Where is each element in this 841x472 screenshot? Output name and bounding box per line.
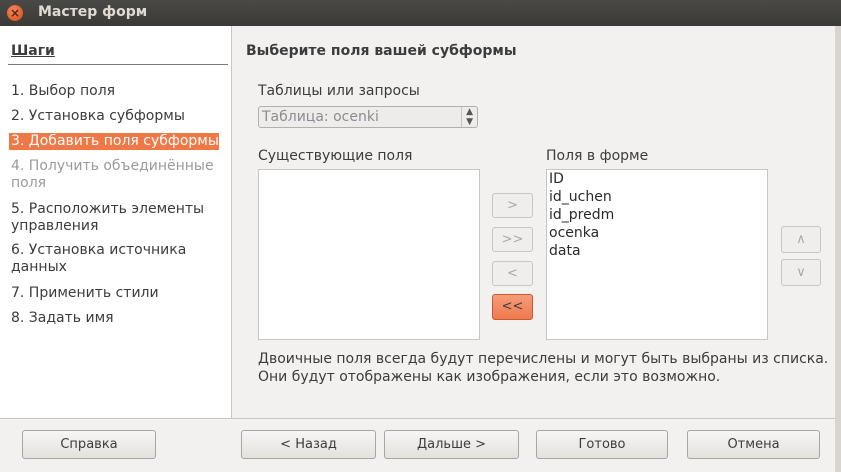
list-item[interactable]: id_predm bbox=[549, 207, 614, 223]
binary-fields-note: Двоичные поля всегда будут перечислены и… bbox=[258, 350, 828, 386]
list-item[interactable]: ocenka bbox=[549, 225, 599, 241]
tables-select[interactable]: Таблица: ocenki ▲ ▼ bbox=[258, 106, 478, 128]
chevron-up-icon: ∧ bbox=[796, 232, 806, 247]
list-item[interactable]: data bbox=[549, 243, 581, 259]
step-label: 7. Применить стили bbox=[11, 285, 159, 301]
step-label-line2: данных bbox=[11, 259, 67, 275]
step-label-line1: 6. Установка источника bbox=[11, 242, 187, 258]
tables-select-value: Таблица: ocenki bbox=[262, 109, 379, 125]
steps-sidebar: Шаги 1. Выбор поля 2. Установка субформы… bbox=[0, 26, 232, 418]
back-button[interactable]: < Назад bbox=[241, 430, 376, 459]
step-label-line1: 5. Расположить элементы bbox=[11, 201, 205, 217]
cancel-button[interactable]: Отмена bbox=[687, 430, 820, 459]
updown-arrows-icon: ▲ ▼ bbox=[461, 107, 473, 127]
note-line-1: Двоичные поля всегда будут перечислены и… bbox=[258, 351, 829, 367]
step-label: 8. Задать имя bbox=[11, 310, 114, 326]
window-title: Мастер форм bbox=[38, 4, 148, 20]
step-label: 3. Добавить поля субформы bbox=[11, 133, 219, 149]
steps-divider bbox=[8, 64, 228, 65]
note-line-2: Они будут отображены как изображения, ес… bbox=[258, 369, 721, 385]
remove-all-fields-button[interactable]: << bbox=[492, 294, 533, 320]
remove-field-button[interactable]: < bbox=[492, 261, 533, 286]
help-button[interactable]: Справка bbox=[22, 430, 156, 459]
existing-fields-label: Существующие поля bbox=[258, 148, 413, 164]
window-edge bbox=[835, 26, 841, 472]
step-4-get-joined-fields: 4. Получить объединённые поля bbox=[11, 158, 221, 192]
step-label: 1. Выбор поля bbox=[11, 83, 116, 99]
add-field-button[interactable]: > bbox=[492, 193, 533, 218]
form-fields-list[interactable]: ID id_uchen id_predm ocenka data bbox=[546, 169, 768, 340]
step-label-line1: 4. Получить объединённые bbox=[11, 158, 214, 174]
step-1-select-fields[interactable]: 1. Выбор поля bbox=[11, 83, 221, 100]
step-5-arrange-controls[interactable]: 5. Расположить элементы управления bbox=[11, 201, 221, 235]
step-label-line2: управления bbox=[11, 218, 99, 234]
list-item[interactable]: id_uchen bbox=[549, 189, 612, 205]
step-8-set-name[interactable]: 8. Задать имя bbox=[11, 310, 221, 327]
window-titlebar: × Мастер форм bbox=[0, 0, 841, 26]
close-icon: × bbox=[9, 6, 21, 20]
existing-fields-list[interactable] bbox=[258, 169, 480, 340]
move-up-button[interactable]: ∧ bbox=[781, 226, 821, 253]
finish-button[interactable]: Готово bbox=[536, 430, 668, 459]
footer-divider bbox=[0, 418, 841, 419]
step-3-add-subform-fields[interactable]: 3. Добавить поля субформы bbox=[9, 133, 219, 150]
steps-title: Шаги bbox=[11, 43, 55, 59]
step-6-set-data-source[interactable]: 6. Установка источника данных bbox=[11, 242, 221, 276]
chevron-down-icon: ∨ bbox=[796, 265, 806, 280]
move-down-button[interactable]: ∨ bbox=[781, 259, 821, 286]
add-all-fields-button[interactable]: >> bbox=[492, 227, 533, 252]
close-window-button[interactable]: × bbox=[7, 5, 23, 21]
step-7-apply-styles[interactable]: 7. Применить стили bbox=[11, 285, 221, 302]
step-label-line2: поля bbox=[11, 175, 47, 191]
form-fields-label: Поля в форме bbox=[546, 148, 649, 164]
step-2-setup-subform[interactable]: 2. Установка субформы bbox=[11, 108, 221, 125]
tables-label: Таблицы или запросы bbox=[258, 83, 420, 99]
next-button[interactable]: Дальше > bbox=[384, 430, 519, 459]
list-item[interactable]: ID bbox=[549, 171, 564, 187]
step-label: 2. Установка субформы bbox=[11, 108, 185, 124]
page-title: Выберите поля вашей субформы bbox=[246, 43, 517, 59]
